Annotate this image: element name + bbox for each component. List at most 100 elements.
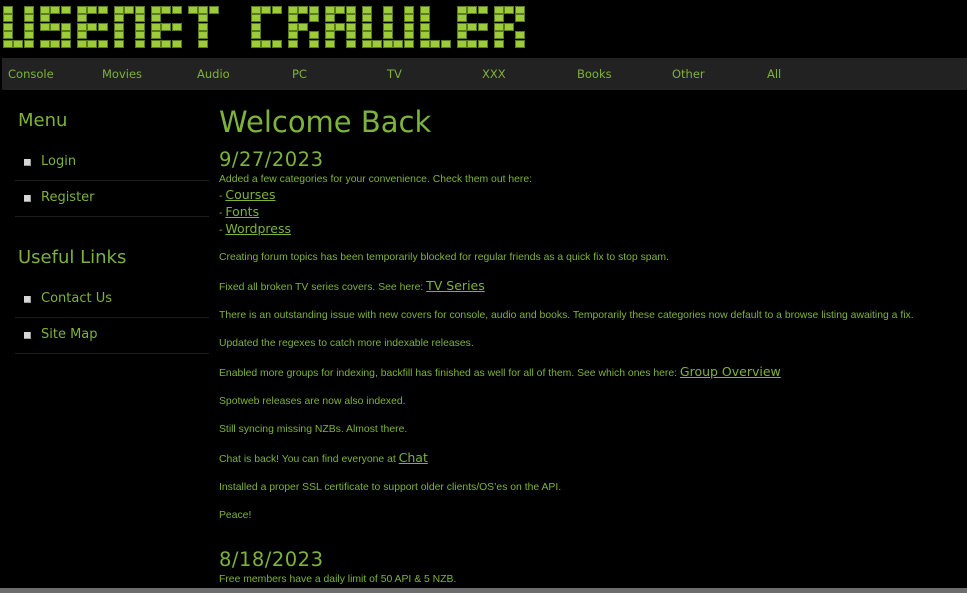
logo-pixel [345,6,356,14]
logo-pixel [514,14,525,23]
logo-pixel [134,6,145,14]
logo-pixel [382,39,393,48]
logo-pixel [97,39,108,48]
logo-pixel [97,22,108,31]
group-overview-link[interactable]: Group Overview [680,364,781,379]
register-link[interactable]: Register [41,183,95,213]
logo-pixel [60,6,71,14]
contact-us-link[interactable]: Contact Us [41,284,112,314]
logo-pixel [13,39,24,48]
logo-pixel [325,39,335,48]
nav-tv[interactable]: TV [387,58,402,90]
news-text: Updated the regexes to catch more indexa… [219,338,474,349]
logo-pixel [308,39,319,48]
logo-pixel [493,39,504,48]
logo-pixel [50,39,61,48]
logo-pixel [362,6,372,14]
login-link[interactable]: Login [41,147,76,177]
logo-pixel [403,39,414,48]
news-text-span: Fixed all broken TV series covers. See h… [219,282,427,293]
logo-pixel [77,39,87,48]
logo-pixel [198,6,209,14]
logo-pixel [87,6,98,14]
logo-pixel [493,31,504,40]
horizontal-scrollbar[interactable] [0,588,967,593]
square-bullet-icon [24,331,31,339]
logo-pixel [134,14,145,23]
logo-pixel [114,14,124,23]
nav-xxx[interactable]: XXX [482,58,506,90]
category-link-item: - Wordpress [219,221,964,238]
logo-pixel [134,22,145,31]
logo-pixel [298,22,309,31]
logo-pixel [171,22,182,31]
logo-pixel [114,6,124,14]
logo-pixel [87,22,98,31]
logo-pixel [77,14,87,23]
logo-pixel [261,39,272,48]
logo-pixel [419,31,430,40]
tv-series-link[interactable]: TV Series [426,278,485,293]
nav-other[interactable]: Other [672,58,705,90]
logo-pixel [3,6,13,14]
site-logo[interactable] [3,6,543,50]
logo-pixel [124,6,135,14]
site-map-link[interactable]: Site Map [41,320,98,350]
fonts-link[interactable]: Fonts [225,204,259,219]
news-text: Installed a proper SSL certificate to su… [219,482,562,493]
nav-console[interactable]: Console [8,58,54,90]
logo-pixel [403,14,414,23]
logo-pixel [114,31,124,40]
nav-audio[interactable]: Audio [197,58,230,90]
logo-pixel [251,6,261,14]
logo-pixel [151,31,161,40]
logo-pixel [3,39,13,48]
news-entry: 8/18/2023 Free members have a daily limi… [219,549,964,587]
logo-pixel [161,39,172,48]
logo-pixel [477,22,488,31]
courses-link[interactable]: Courses [225,187,275,202]
logo-pixel [440,39,451,48]
logo-pixel [3,14,13,23]
news-text: Creating forum topics has been temporari… [219,252,669,263]
logo-pixel [40,39,50,48]
logo-pixel [335,6,346,14]
nav-movies[interactable]: Movies [102,58,142,90]
wordpress-link[interactable]: Wordpress [225,221,291,236]
logo-pixel [23,39,34,48]
logo-pixel [23,31,34,40]
category-link-item: - Courses [219,187,964,204]
useful-links-heading: Useful Links [18,247,127,268]
logo-pixel [403,22,414,31]
logo-pixel [477,39,488,48]
nav-books[interactable]: Books [577,58,612,90]
logo-pixel [208,6,219,14]
logo-pixel [251,39,261,48]
news-text: Fixed all broken TV series covers. See h… [219,279,964,295]
logo-pixel [308,14,319,23]
logo-pixel [77,22,87,31]
logo-pixel [198,39,209,48]
logo-pixel [456,6,467,14]
logo-pixel [23,22,34,31]
logo-pixel [60,22,71,31]
menu-item-register: Register [15,181,209,217]
logo-pixel [456,39,467,48]
logo-pixel [493,22,504,31]
link-item-contact: Contact Us [15,282,209,318]
logo-pixel [456,14,467,23]
menu-list: Login Register [15,145,209,217]
logo-pixel [161,22,172,31]
logo-pixel [362,22,372,31]
logo-pixel [288,31,298,40]
category-link-item: - Fonts [219,204,964,221]
nav-pc[interactable]: PC [292,58,307,90]
news-text: Added a few categories for your convenie… [219,174,533,185]
nav-all[interactable]: All [767,58,781,90]
logo-pixel [514,31,525,40]
logo-pixel [188,6,198,14]
logo-pixel [419,39,430,48]
logo-pixel [288,14,298,23]
chat-link[interactable]: Chat [399,450,428,465]
logo-pixel [198,14,209,23]
